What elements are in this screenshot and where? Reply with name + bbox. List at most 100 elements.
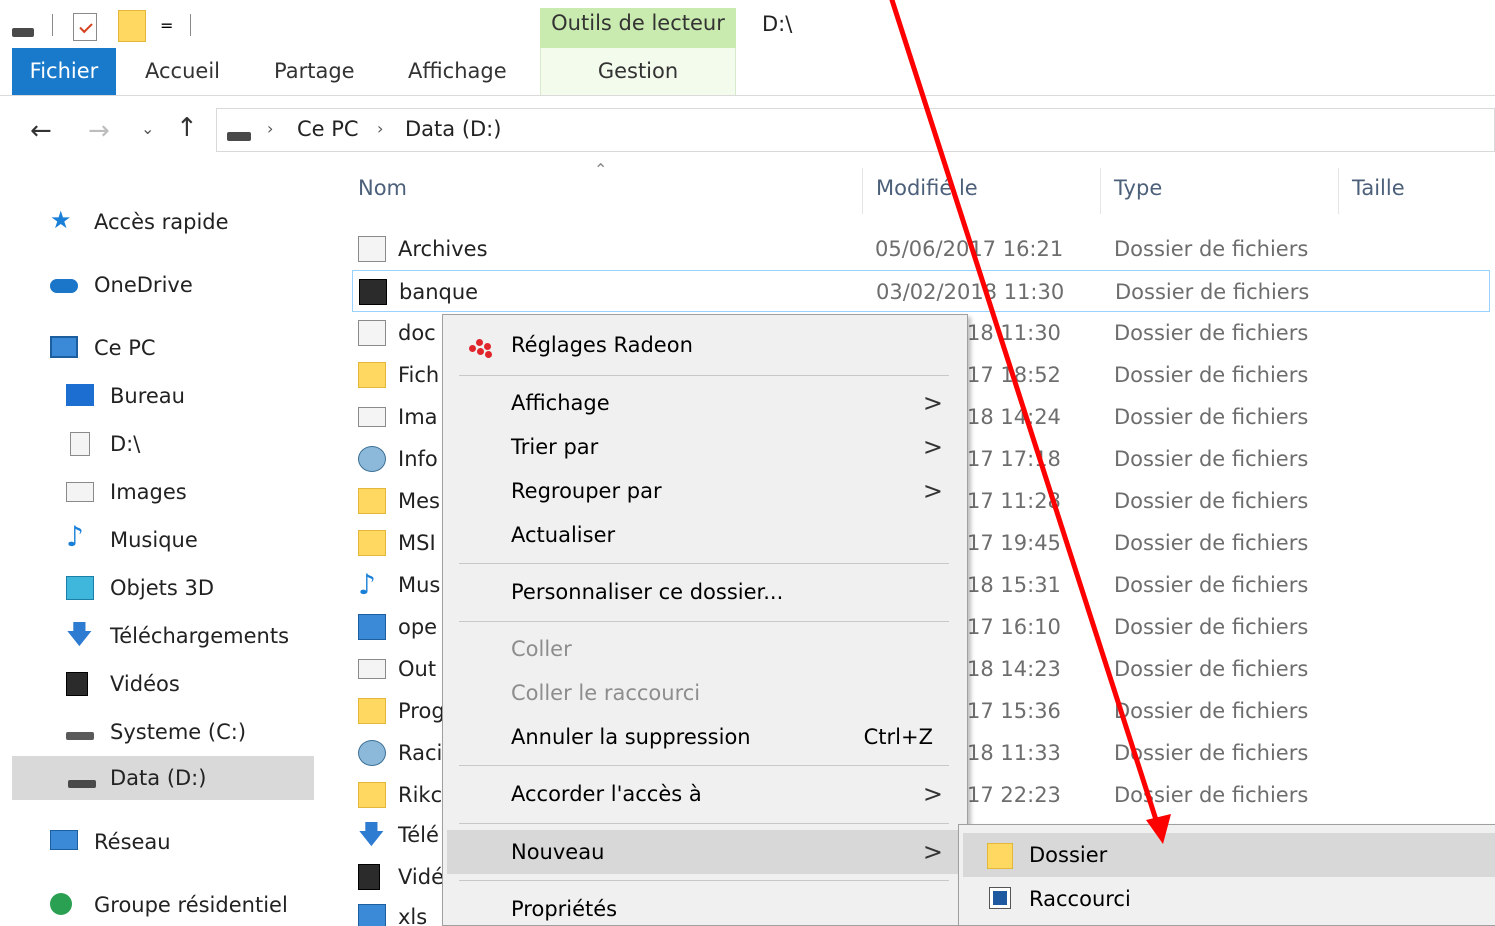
breadcrumb-data-d[interactable]: Data (D:) — [405, 117, 501, 141]
properties-icon[interactable] — [73, 13, 97, 41]
nav-label: Réseau — [94, 830, 171, 854]
tab-gestion[interactable]: Gestion — [540, 48, 736, 95]
mes-folder-icon — [358, 488, 386, 514]
info-folder-icon — [358, 446, 386, 472]
drive-c-icon — [66, 732, 94, 740]
back-arrow-icon[interactable]: ← — [30, 116, 52, 146]
column-header-type[interactable]: Type — [1114, 176, 1162, 200]
menu-item-annuler-suppression[interactable]: Annuler la suppression Ctrl+Z — [447, 715, 963, 759]
menu-item-affichage[interactable]: Affichage > — [447, 381, 963, 425]
menu-separator — [459, 621, 949, 622]
cloud-icon — [50, 279, 78, 293]
nav-item-ce-pc[interactable]: Ce PC — [50, 326, 310, 370]
tab-accueil[interactable]: Accueil — [145, 48, 220, 95]
column-header-nom[interactable]: Nom — [358, 176, 407, 200]
menu-item-coller: Coller — [447, 627, 963, 671]
folder-icon — [358, 362, 386, 388]
tab-fichier[interactable]: Fichier — [12, 48, 116, 95]
nav-item-onedrive[interactable]: OneDrive — [50, 263, 310, 307]
menu-label: Trier par — [511, 435, 599, 459]
up-arrow-icon[interactable]: ↑ — [176, 113, 198, 143]
menu-item-personnaliser[interactable]: Personnaliser ce dossier... — [447, 570, 963, 614]
address-bar[interactable]: › Ce PC › Data (D:) — [216, 108, 1495, 152]
tab-partage[interactable]: Partage — [274, 48, 355, 95]
file-name: MSI — [398, 531, 436, 555]
file-date: 17 17:18 — [967, 447, 1061, 471]
menu-item-trier-par[interactable]: Trier par > — [447, 425, 963, 469]
file-type: Dossier de fichiers — [1114, 699, 1309, 723]
menu-item-reglages-radeon[interactable]: Réglages Radeon — [447, 323, 963, 367]
homegroup-icon — [50, 893, 72, 915]
file-name: Ima — [398, 405, 438, 429]
bank-icon — [359, 279, 387, 305]
folder-icon — [358, 698, 386, 724]
file-type: Dossier de fichiers — [1115, 280, 1310, 304]
file-type: Dossier de fichiers — [1114, 573, 1309, 597]
menu-label: Affichage — [511, 391, 610, 415]
nav-item-bureau[interactable]: Bureau — [66, 374, 310, 418]
nav-item-groupe-residentiel[interactable]: Groupe résidentiel — [50, 883, 320, 926]
file-name: xls — [398, 905, 428, 926]
new-folder-icon[interactable] — [118, 10, 146, 42]
nav-label: Objets 3D — [110, 576, 214, 600]
nav-item-objets-3d[interactable]: Objets 3D — [66, 566, 310, 610]
drive-icon[interactable] — [12, 28, 34, 37]
drive-icon — [227, 132, 251, 141]
submenu-item-dossier[interactable]: Dossier — [963, 833, 1495, 877]
file-name: Archives — [398, 237, 488, 261]
nav-label: Téléchargements — [110, 624, 290, 648]
outlook-folder-icon — [358, 659, 386, 679]
nav-item-data-d[interactable]: Data (D:) — [12, 756, 314, 800]
file-name: Vidé — [398, 865, 444, 889]
menu-item-actualiser[interactable]: Actualiser — [447, 513, 963, 557]
column-header-modifie-le[interactable]: Modifié le — [876, 176, 978, 200]
nav-item-d[interactable]: D:\ — [66, 422, 310, 466]
file-date: 17 18:52 — [967, 363, 1061, 387]
file-row[interactable]: Archives 05/06/2017 16:21 Dossier de fic… — [352, 228, 1490, 270]
file-name: Prog — [398, 699, 445, 723]
breadcrumb-ce-pc[interactable]: Ce PC — [297, 117, 359, 141]
menu-label: Accorder l'accès à — [511, 782, 702, 806]
customize-toolbar-dropdown[interactable]: = — [160, 16, 173, 35]
nav-label: Systeme (C:) — [110, 720, 247, 744]
menu-item-accorder-acces[interactable]: Accorder l'accès à > — [447, 772, 963, 816]
file-type: Dossier de fichiers — [1114, 237, 1309, 261]
chevron-right-icon: > — [922, 780, 943, 808]
doc-folder-icon — [358, 320, 386, 346]
nav-item-telechargements[interactable]: 🡇 Téléchargements — [66, 614, 310, 658]
menu-item-nouveau[interactable]: Nouveau > — [447, 830, 963, 874]
column-separator[interactable] — [1100, 168, 1101, 214]
nav-label: Vidéos — [110, 672, 180, 696]
nav-item-videos[interactable]: Vidéos — [66, 662, 310, 706]
nav-item-reseau[interactable]: Réseau — [50, 820, 310, 864]
submenu-label: Dossier — [1029, 843, 1108, 867]
nav-item-acces-rapide[interactable]: ★ Accès rapide — [50, 200, 310, 244]
file-name: Rikc — [398, 783, 443, 807]
recent-locations-chevron-icon[interactable]: ⌄ — [141, 119, 154, 138]
tab-affichage[interactable]: Affichage — [408, 48, 507, 95]
menu-item-regrouper-par[interactable]: Regrouper par > — [447, 469, 963, 513]
nav-item-musique[interactable]: ♪ Musique — [66, 518, 310, 562]
forward-arrow-icon[interactable]: → — [88, 116, 110, 146]
column-header-taille[interactable]: Taille — [1352, 176, 1405, 200]
file-name: Mes — [398, 489, 440, 513]
file-type: Dossier de fichiers — [1114, 531, 1309, 555]
nav-item-images[interactable]: Images — [66, 470, 310, 514]
shortcut-icon — [989, 887, 1011, 909]
menu-item-proprietes[interactable]: Propriétés — [447, 887, 963, 926]
download-icon: 🡇 — [66, 620, 93, 650]
column-separator[interactable] — [862, 168, 863, 214]
submenu-item-raccourci[interactable]: Raccourci — [963, 877, 1495, 921]
archive-icon — [358, 236, 386, 262]
quick-access-toolbar: = Outils de lecteur D:\ — [0, 0, 1495, 48]
menu-label: Nouveau — [511, 840, 605, 864]
file-row[interactable]: banque 03/02/2018 11:30 Dossier de fichi… — [352, 270, 1490, 312]
xls-folder-icon — [358, 904, 386, 926]
column-separator[interactable] — [1338, 168, 1339, 214]
chevron-right-icon: > — [922, 477, 943, 505]
menu-label: Actualiser — [511, 523, 616, 547]
nav-item-systeme-c[interactable]: Systeme (C:) — [66, 710, 310, 754]
file-date: 18 14:23 — [967, 657, 1061, 681]
music-icon: ♪ — [66, 520, 84, 553]
submenu-label: Raccourci — [1029, 887, 1131, 911]
